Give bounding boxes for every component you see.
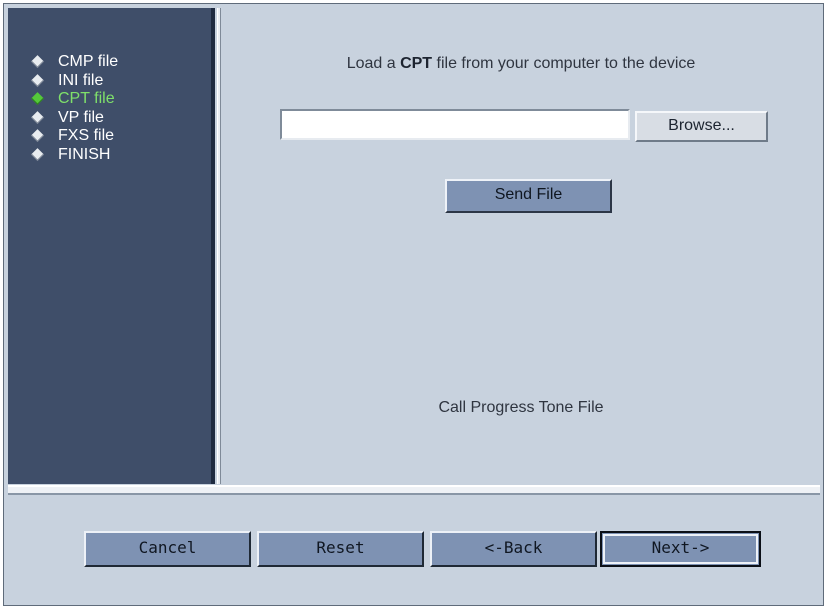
wizard-frame: CMP file INI file CPT file VP file FXS f…	[3, 3, 824, 606]
sidebar-item-label: FXS file	[58, 127, 115, 144]
page-title: Load a CPT file from your computer to th…	[222, 55, 820, 73]
diamond-bullet-icon	[31, 55, 44, 68]
reset-button[interactable]: Reset	[257, 531, 424, 567]
sidebar-item-fxs-file[interactable]: FXS file	[30, 127, 118, 146]
browse-button[interactable]: Browse...	[635, 111, 768, 142]
sidebar-item-finish[interactable]: FINISH	[30, 146, 118, 165]
sidebar-item-label: FINISH	[58, 145, 111, 163]
title-suffix: file from your computer to the device	[432, 55, 696, 72]
send-file-button[interactable]: Send File	[445, 179, 612, 213]
vertical-divider	[217, 8, 221, 484]
sidebar-item-label: CPT file	[58, 90, 115, 107]
main-panel: Load a CPT file from your computer to th…	[222, 8, 820, 484]
horizontal-divider	[8, 485, 820, 495]
sidebar: CMP file INI file CPT file VP file FXS f…	[8, 8, 215, 484]
diamond-bullet-icon	[31, 147, 44, 161]
back-button[interactable]: <-Back	[430, 531, 597, 567]
file-path-input[interactable]	[280, 109, 630, 140]
diamond-bullet-icon	[31, 92, 44, 105]
title-prefix: Load a	[346, 55, 401, 72]
sidebar-item-cmp-file[interactable]: CMP file	[30, 53, 118, 72]
sidebar-item-cpt-file[interactable]: CPT file	[30, 90, 118, 109]
sidebar-item-label: VP file	[58, 108, 104, 126]
next-button[interactable]: Next->	[600, 531, 761, 567]
wizard-footer: Cancel Reset <-Back Next->	[8, 495, 820, 600]
sidebar-item-label: CMP file	[58, 53, 119, 70]
diamond-bullet-icon	[31, 73, 44, 87]
cancel-button[interactable]: Cancel	[84, 531, 251, 567]
sidebar-list: CMP file INI file CPT file VP file FXS f…	[30, 53, 118, 164]
sidebar-item-label: INI file	[58, 71, 104, 89]
diamond-bullet-icon	[31, 110, 44, 124]
title-file-type: CPT	[400, 55, 433, 72]
sidebar-item-ini-file[interactable]: INI file	[30, 72, 118, 91]
file-description: Call Progress Tone File	[438, 399, 604, 416]
diamond-bullet-icon	[31, 129, 44, 142]
sidebar-item-vp-file[interactable]: VP file	[30, 109, 118, 128]
